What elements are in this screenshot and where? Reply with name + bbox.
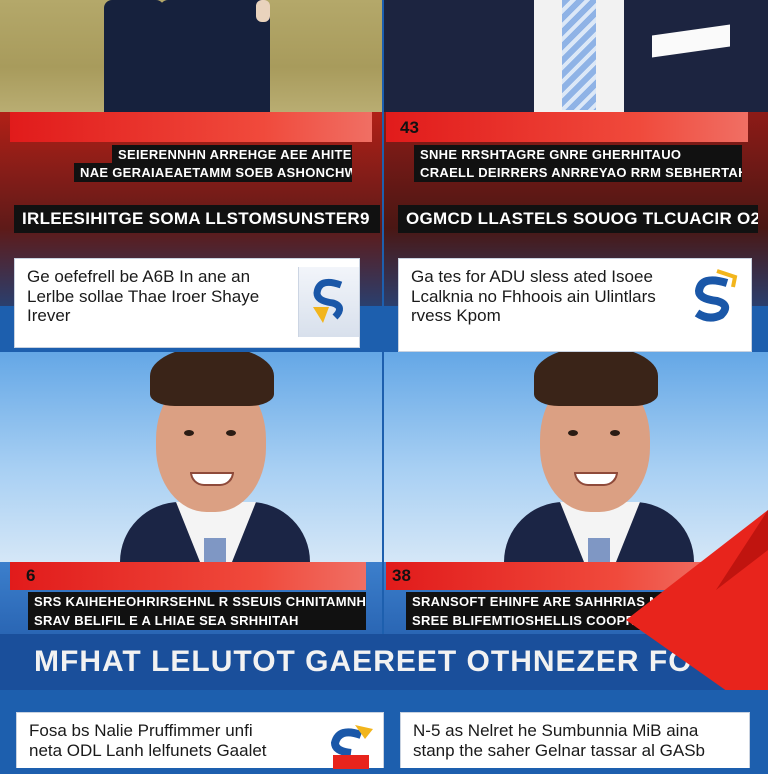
anchor-left-eye-right	[226, 430, 236, 436]
anchor-left-tie	[204, 538, 226, 562]
mid-left-tag-number: 6	[26, 566, 36, 585]
mid-right-tag-number: 38	[392, 566, 411, 585]
top-left-photo	[0, 0, 382, 112]
info-card-bottom-left-line2: neta ODL Lanh lelfunets Gaalet	[29, 740, 267, 760]
info-card-left: Ge oefefrell be A6B In ane an Lerlbe sol…	[14, 258, 360, 348]
top-right-ticker-main: OGMCD LLASTELS SOUOG TLCUACIR O29	[398, 205, 758, 233]
top-left-red-bar	[10, 112, 372, 142]
person-right-suit	[160, 0, 270, 112]
anchor-right-hair	[534, 352, 658, 406]
info-card-bottom-right: N-5 as Nelret he Sumbunnia MiB aina stan…	[400, 712, 750, 768]
anchor-left-hair	[150, 352, 274, 406]
info-card-bottom-right-line1: N-5 as Nelret he Sumbunnia MiB aina	[413, 721, 699, 740]
anchor-right-eye-left	[568, 430, 578, 436]
top-right-photo	[384, 0, 768, 112]
top-left-ticker-line1: SEIERENNHN ARREHGE AEE AHITEHUH	[112, 145, 352, 164]
anchor-right-tie	[588, 538, 610, 562]
top-left-ticker-line2: NAE GERAIAEAETAMM SOEB ASHONCHW	[74, 163, 352, 182]
network-logo-bottom-left-icon	[321, 723, 375, 769]
person-shirt	[256, 0, 270, 22]
network-logo-left-icon	[298, 267, 359, 337]
mid-left-ticker-line2: SRAV BELIFIL E A LHIAE SEA SRHHITAH	[28, 611, 366, 630]
top-right-tag-number: 43	[400, 118, 419, 137]
red-corner-graphic	[626, 510, 768, 720]
portrait-left-panel	[0, 352, 382, 562]
mid-right-ticker-line2: SREE BLIFEMTIOSHELLIS COOPRESE	[406, 611, 654, 630]
anchor-right-eye-right	[610, 430, 620, 436]
anchor-left-eye-left	[184, 430, 194, 436]
striped-tie	[562, 0, 596, 110]
network-logo-right-icon	[687, 269, 747, 339]
top-right-ticker-line2: CRAELL DEIRRERS ANRREYAO RRM SEBHERTAH	[414, 163, 742, 182]
info-card-bottom-left-line1: Fosa bs Nalie Pruffimmer unfi	[29, 721, 253, 740]
top-right-red-bar	[386, 112, 748, 142]
top-right-ticker-line1: SNHE RRSHTAGRE GNRE GHERHITAUO	[414, 145, 742, 164]
person-left-suit	[104, 0, 164, 112]
mid-left-red-bar	[10, 562, 366, 590]
info-card-right: Ga tes for ADU sless ated Isoee Lcalknia…	[398, 258, 752, 352]
mid-left-ticker-line1: SRS KAIHEHEOHRIRSEHNL R SSEUIS CHNITAMNH	[28, 592, 366, 611]
info-card-bottom-right-line2: stanp the saher Gelnar tassar al GASb	[413, 740, 705, 760]
info-card-bottom-left: Fosa bs Nalie Pruffimmer unfi neta ODL L…	[16, 712, 384, 769]
pocket-square	[652, 24, 730, 58]
top-left-ticker-main: IRLEESIHITGE SOMA LLSTOMSUNSTER9	[14, 205, 380, 233]
